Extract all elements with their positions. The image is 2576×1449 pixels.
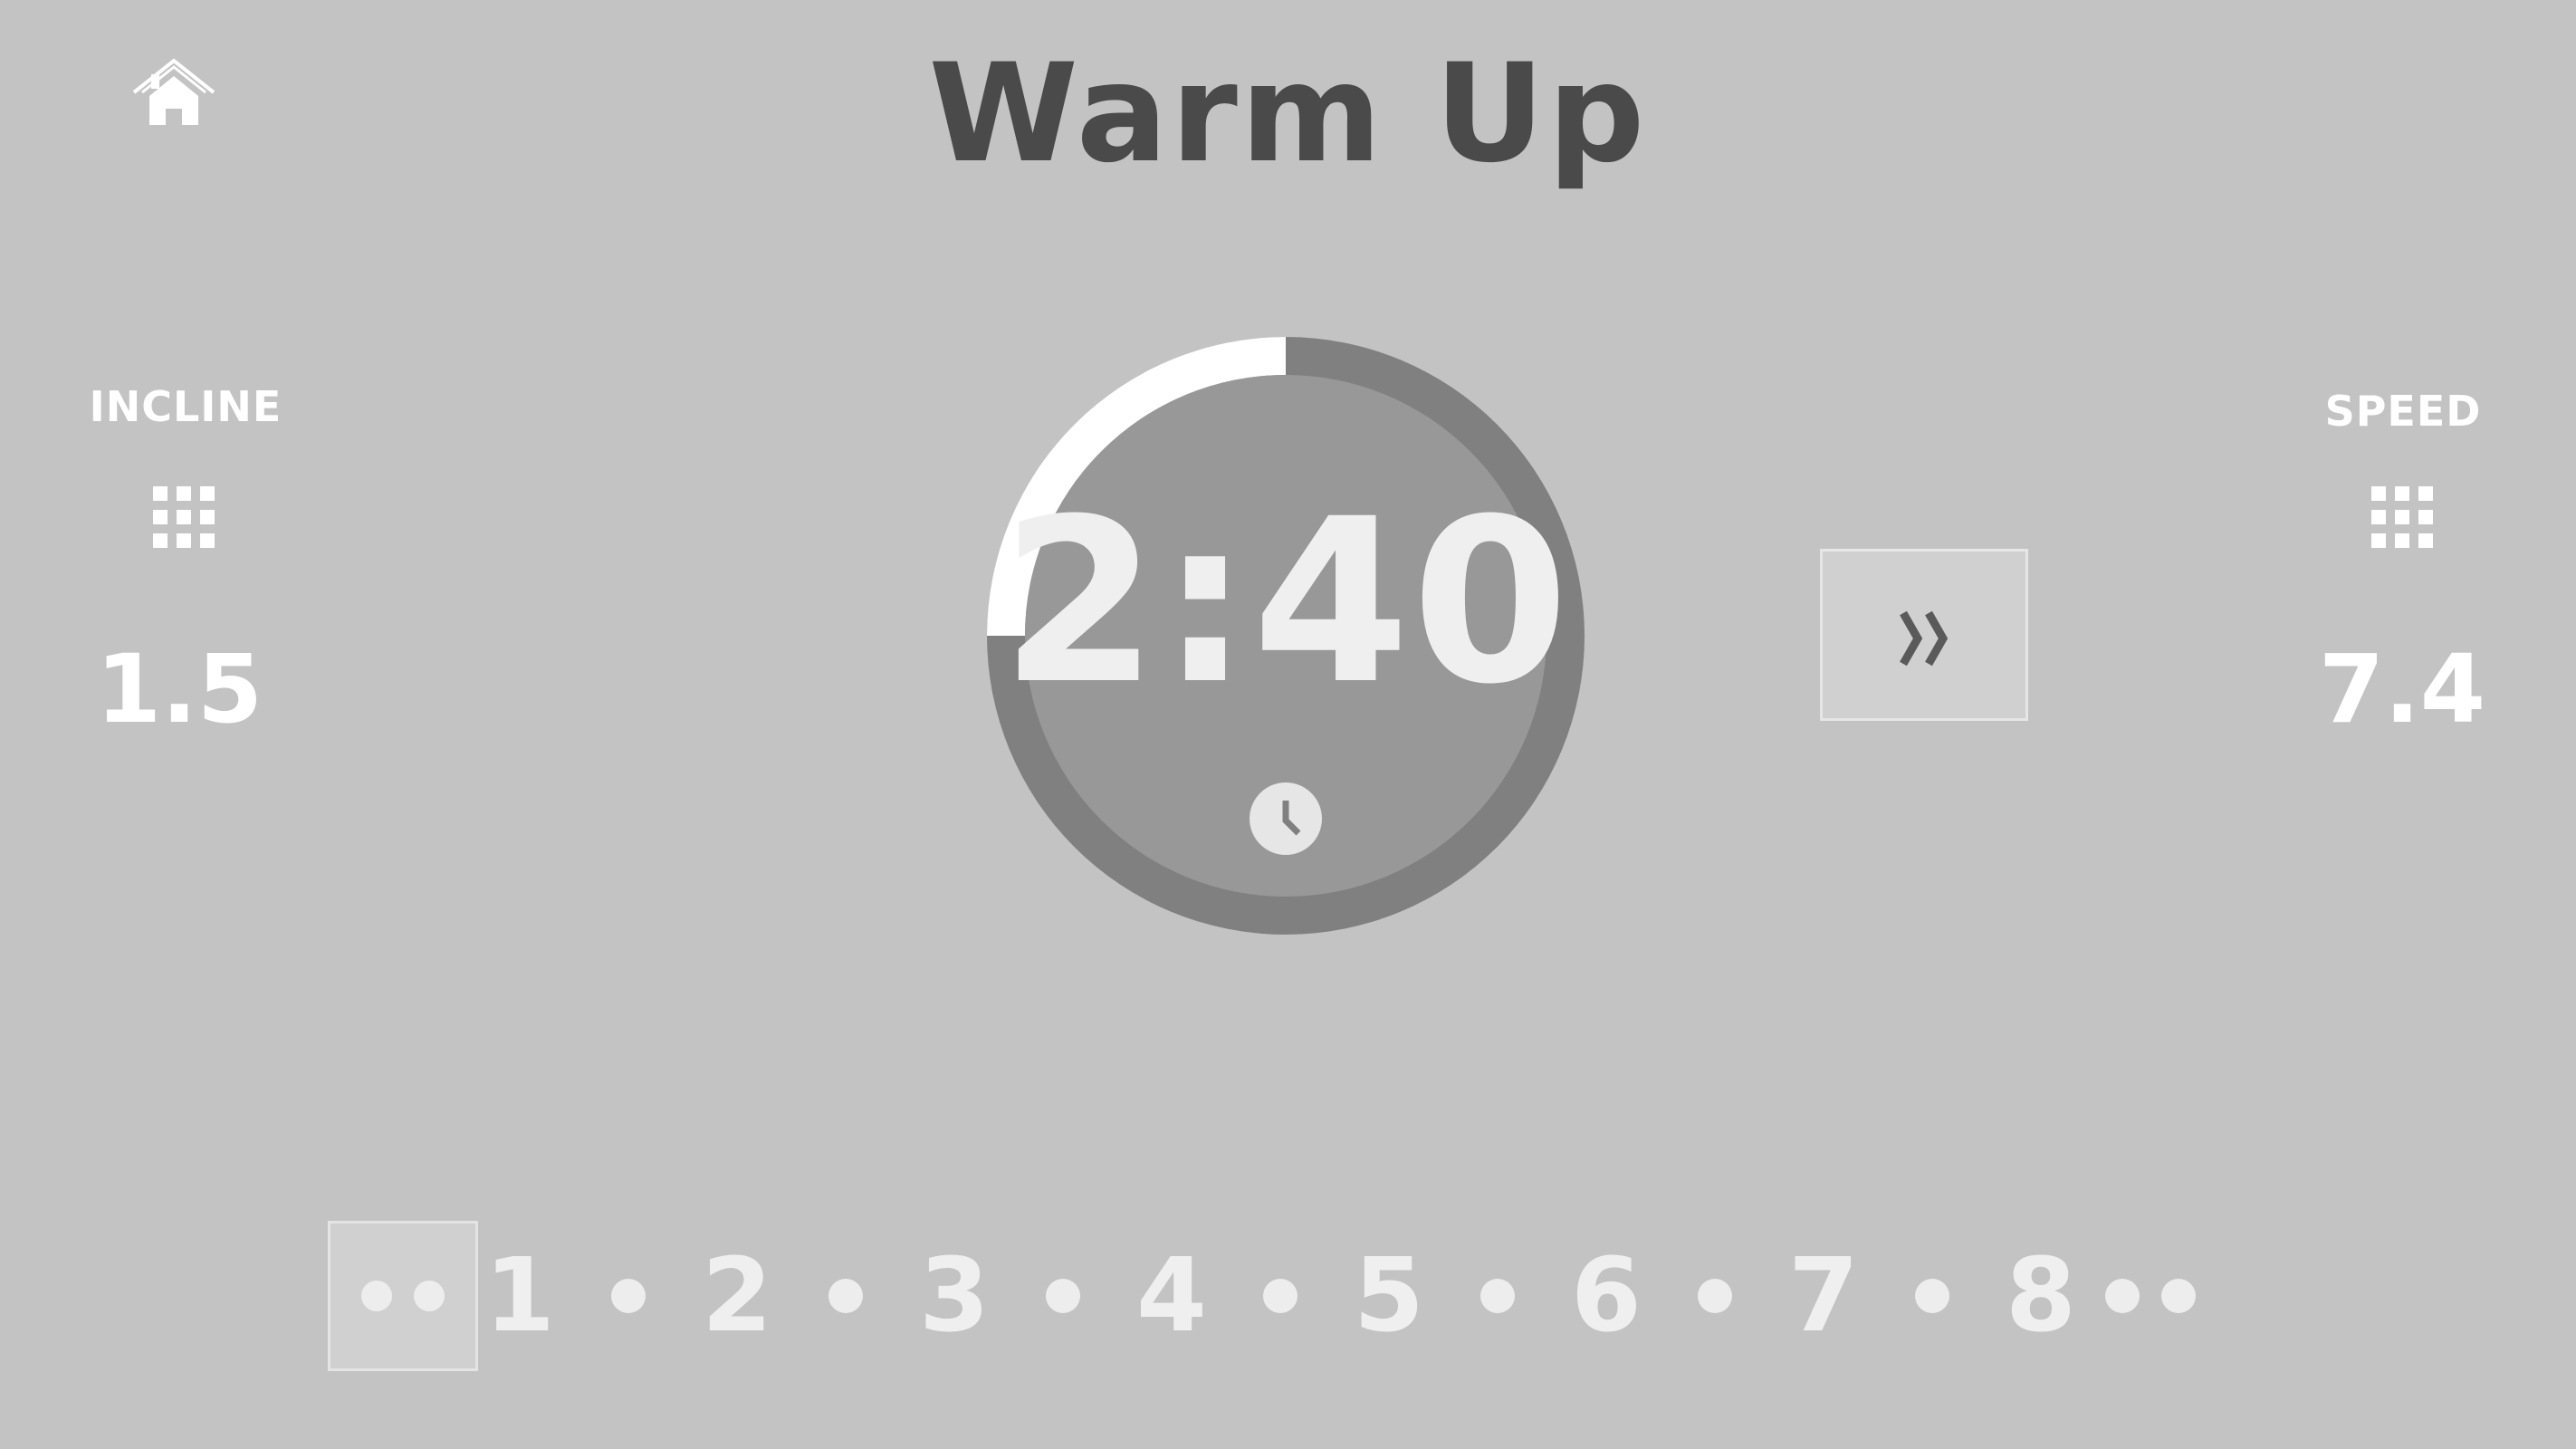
interval-current-button[interactable] [328,1221,478,1371]
current-indicator-dot [361,1281,392,1311]
incline-label: INCLINE [89,382,282,431]
timer-remaining: 2:40 [1001,470,1571,734]
speed-value: 7.4 [2318,634,2486,744]
interval-7[interactable]: 7 [1782,1245,1865,1347]
skip-forward-button[interactable] [1820,549,2028,721]
interval-separator-dot [1915,1279,1949,1313]
interval-strip: 1 2 3 4 5 6 7 8 [328,1221,2218,1371]
current-indicator-dot [414,1281,445,1311]
double-chevron-right-icon [1900,610,1949,667]
speed-label: SPEED [2324,387,2482,436]
incline-keypad-icon[interactable] [153,486,215,548]
interval-separator-dot [1698,1279,1732,1313]
page-title: Warm Up [928,35,1648,193]
interval-end-dot [2161,1279,2196,1313]
clock-icon [1250,782,1322,855]
interval-3[interactable]: 3 [913,1245,996,1347]
interval-6[interactable]: 6 [1565,1245,1648,1347]
interval-5[interactable]: 5 [1347,1245,1431,1347]
interval-separator-dot [828,1279,863,1313]
interval-end-dot [2105,1279,2140,1313]
interval-4[interactable]: 4 [1130,1245,1213,1347]
interval-8[interactable]: 8 [1999,1245,2083,1347]
interval-1[interactable]: 1 [478,1245,561,1347]
incline-value: 1.5 [95,634,263,744]
interval-separator-dot [1263,1279,1298,1313]
interval-separator-dot [1046,1279,1080,1313]
interval-separator-dot [1480,1279,1515,1313]
interval-separator-dot [611,1279,646,1313]
speed-keypad-icon[interactable] [2371,486,2433,548]
interval-2[interactable]: 2 [695,1245,779,1347]
